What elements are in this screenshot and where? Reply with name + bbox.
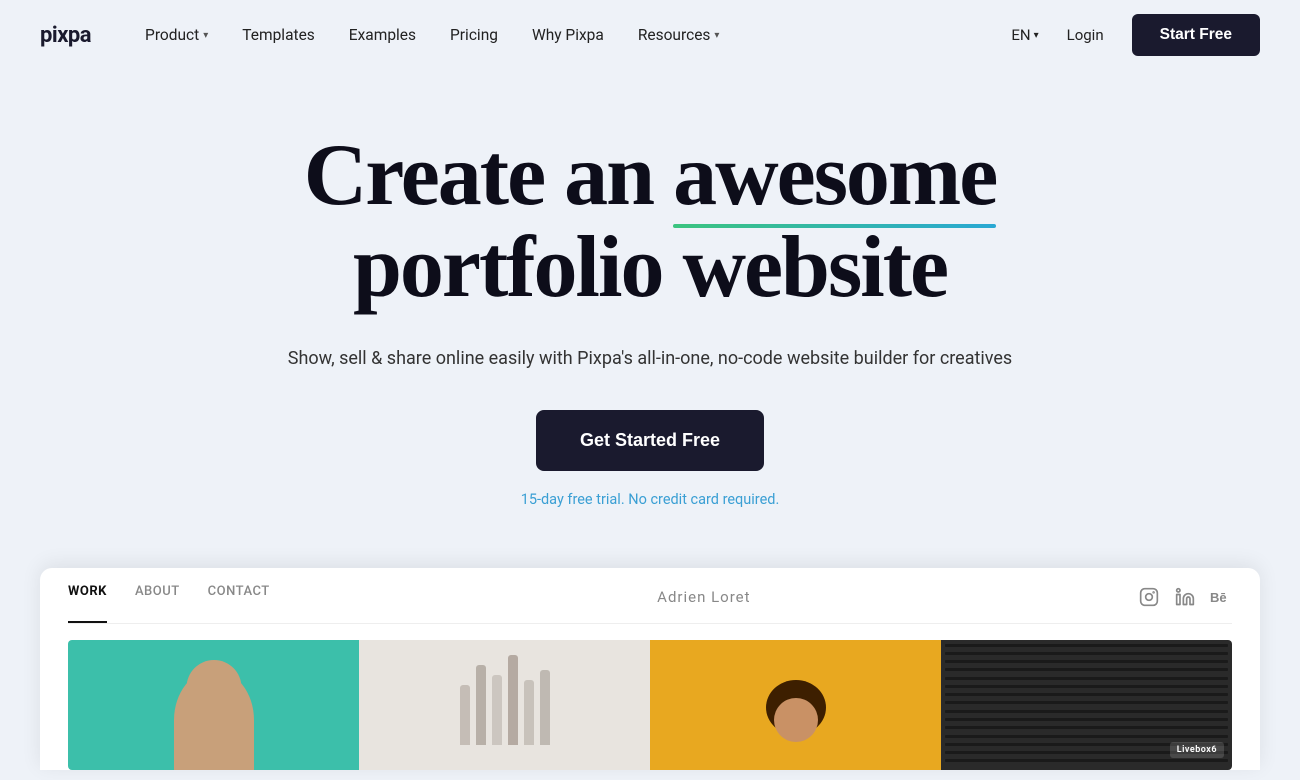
- nav-resources[interactable]: Resources ▾: [624, 18, 734, 52]
- navbar: pixpa Product ▾ Templates Examples Prici…: [0, 0, 1300, 70]
- language-selector[interactable]: EN ▾: [1011, 26, 1038, 44]
- chevron-down-icon: ▾: [1034, 30, 1039, 41]
- behance-icon[interactable]: Bē: [1210, 586, 1232, 608]
- portfolio-social-icons: Bē: [1138, 586, 1232, 608]
- portfolio-person-name: Adrien Loret: [270, 588, 1138, 606]
- portfolio-preview: WORK ABOUT CONTACT Adrien Loret: [40, 568, 1260, 770]
- nav-templates[interactable]: Templates: [228, 18, 329, 52]
- hero-title: Create an awesome portfolio website: [200, 130, 1100, 315]
- hero-subtitle: Show, sell & share online easily with Pi…: [40, 345, 1260, 374]
- person-silhouette: [761, 680, 831, 770]
- portfolio-image-4: Livebox6: [941, 640, 1232, 770]
- portfolio-image-2: [359, 640, 650, 770]
- portfolio-nav-about[interactable]: ABOUT: [135, 584, 180, 611]
- livebox-label: Livebox6: [1170, 742, 1224, 758]
- nav-product[interactable]: Product ▾: [131, 18, 222, 52]
- instagram-icon[interactable]: [1138, 586, 1160, 608]
- svg-text:Bē: Bē: [1210, 590, 1227, 604]
- nav-examples[interactable]: Examples: [335, 18, 430, 52]
- linkedin-icon[interactable]: [1174, 586, 1196, 608]
- hero-title-underline-word: awesome: [673, 130, 996, 222]
- portfolio-image-3: [650, 640, 941, 770]
- portfolio-nav-links: WORK ABOUT CONTACT: [68, 584, 270, 611]
- chevron-down-icon: ▾: [203, 30, 208, 41]
- chevron-down-icon: ▾: [714, 30, 719, 41]
- portfolio-nav: WORK ABOUT CONTACT Adrien Loret: [68, 584, 1232, 624]
- nav-why-pixpa[interactable]: Why Pixpa: [518, 18, 618, 52]
- nav-links: Product ▾ Templates Examples Pricing Why…: [131, 18, 1011, 52]
- portfolio-image-grid: Livebox6: [68, 640, 1232, 770]
- brand-logo[interactable]: pixpa: [40, 23, 91, 48]
- trial-text: 15-day free trial. No credit card requir…: [40, 491, 1260, 508]
- portfolio-nav-contact[interactable]: CONTACT: [208, 584, 270, 611]
- portfolio-nav-work[interactable]: WORK: [68, 584, 107, 611]
- nav-right: EN ▾ Login Start Free: [1011, 14, 1260, 56]
- start-free-button[interactable]: Start Free: [1132, 14, 1260, 56]
- login-button[interactable]: Login: [1055, 18, 1116, 52]
- hero-section: Create an awesome portfolio website Show…: [0, 70, 1300, 548]
- get-started-free-button[interactable]: Get Started Free: [536, 410, 764, 471]
- vertical-rods: [460, 665, 550, 745]
- nav-pricing[interactable]: Pricing: [436, 18, 512, 52]
- portfolio-image-1: [68, 640, 359, 770]
